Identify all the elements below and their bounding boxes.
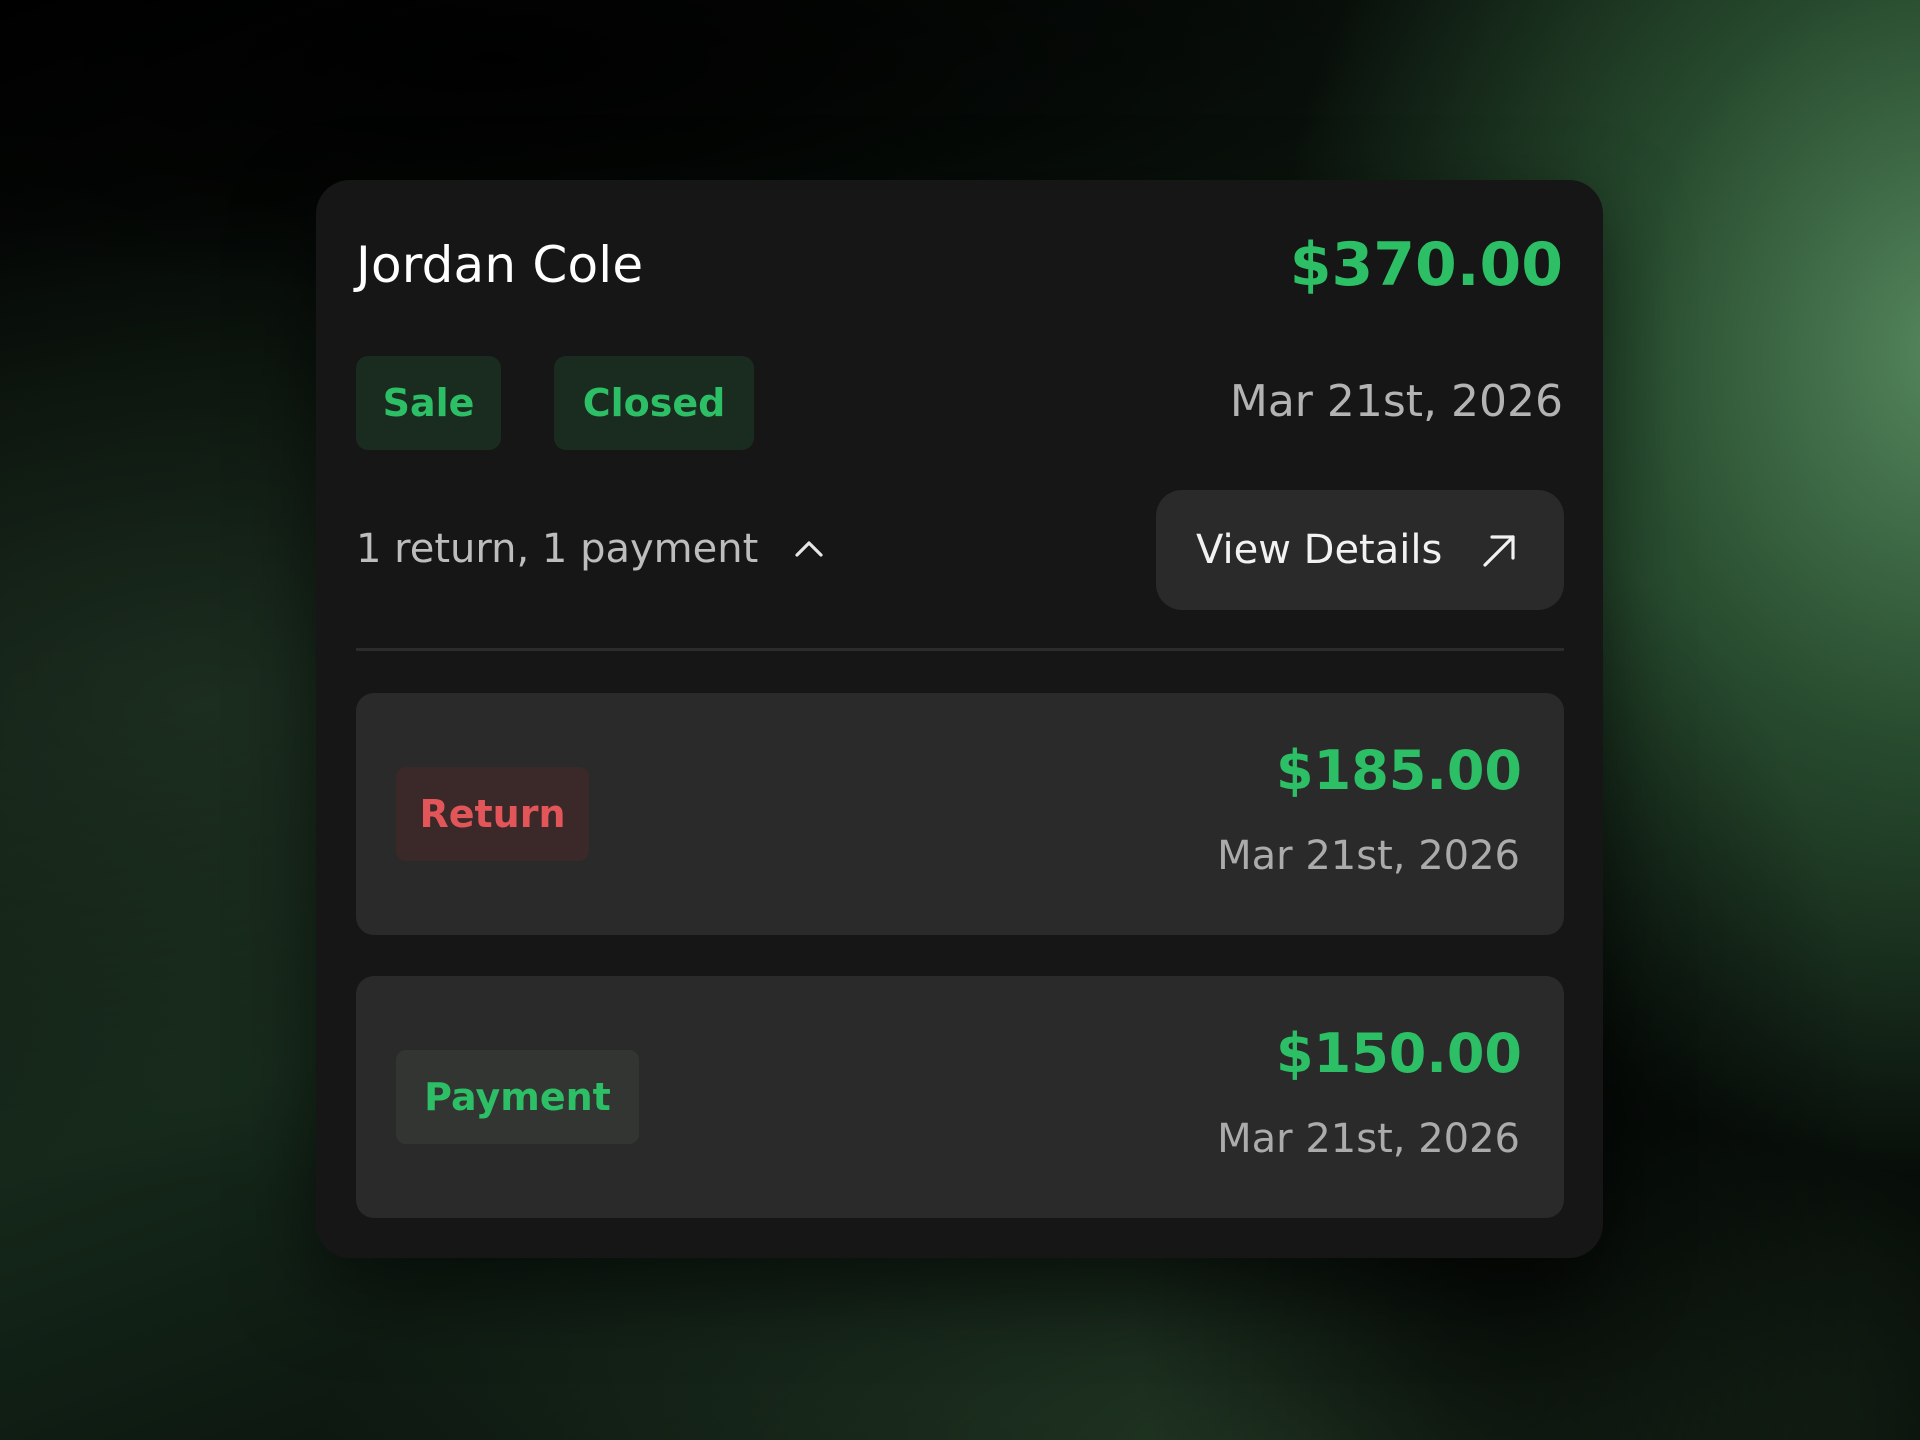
view-details-button[interactable]: View Details (1156, 490, 1564, 610)
divider (356, 648, 1564, 651)
total-amount: $370.00 (1289, 230, 1563, 300)
transaction-item-return[interactable]: Return $185.00 Mar 21st, 2026 (356, 693, 1564, 935)
sale-badge: Sale (356, 356, 501, 450)
summary-toggle[interactable]: 1 return, 1 payment (356, 526, 826, 572)
payment-date: Mar 21st, 2026 (1217, 1116, 1520, 1162)
view-details-label: View Details (1196, 527, 1443, 573)
arrow-up-right-icon (1483, 535, 1515, 567)
chevron-up-icon[interactable] (792, 532, 826, 566)
payment-badge: Payment (396, 1050, 639, 1144)
transaction-card: Jordan Cole $370.00 Sale Closed Mar 21st… (316, 180, 1603, 1258)
summary-text: 1 return, 1 payment (356, 526, 759, 572)
return-badge: Return (396, 767, 589, 861)
transaction-item-payment[interactable]: Payment $150.00 Mar 21st, 2026 (356, 976, 1564, 1218)
customer-name: Jordan Cole (356, 236, 644, 294)
return-date: Mar 21st, 2026 (1217, 833, 1520, 879)
status-badge: Closed (554, 356, 754, 450)
return-amount: $185.00 (1276, 739, 1522, 802)
payment-amount: $150.00 (1276, 1022, 1522, 1085)
transaction-date: Mar 21st, 2026 (1229, 376, 1563, 427)
